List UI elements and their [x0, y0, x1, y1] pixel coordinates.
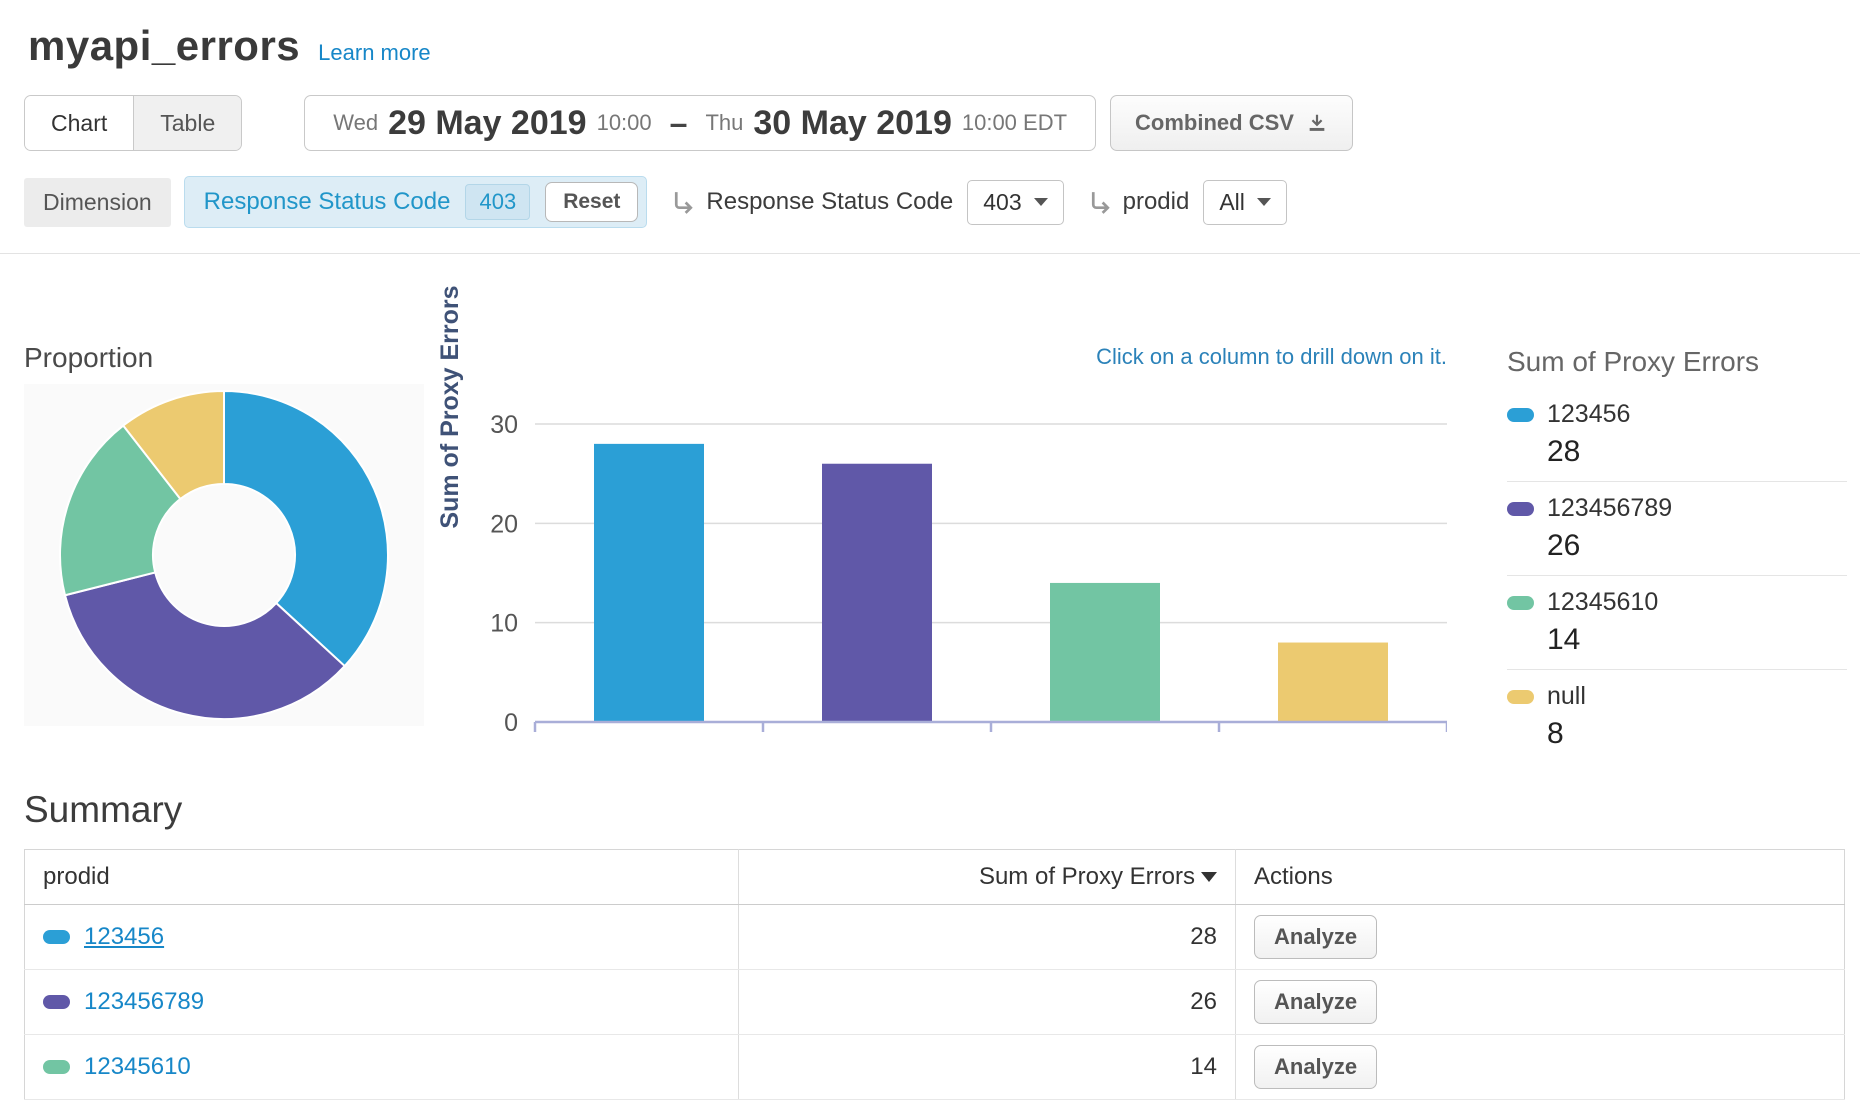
drilldown-label-response-status-code: Response Status Code: [706, 188, 953, 216]
y-tick-label-20: 20: [490, 510, 518, 538]
row-swatch: [43, 930, 70, 944]
charts-section: Proportion Click on a column to drill do…: [0, 342, 1860, 763]
prodid-dropdown-value: All: [1219, 189, 1245, 216]
response-status-code-dropdown-value: 403: [983, 189, 1021, 216]
page-header: myapi_errors Learn more: [0, 0, 1860, 70]
bar-chart-wrap: Sum of Proxy Errors 0102030: [440, 382, 1447, 743]
y-tick-label-10: 10: [490, 610, 518, 638]
legend-value: 8: [1547, 717, 1847, 751]
legend-value: 26: [1547, 529, 1847, 563]
sum-value-cell: 14: [739, 1035, 1236, 1100]
row-swatch: [43, 1060, 70, 1074]
prodid-link-12345610[interactable]: 12345610: [84, 1053, 191, 1081]
tab-table[interactable]: Table: [134, 96, 241, 150]
table-row: 12345610 14 Analyze: [25, 1035, 1845, 1100]
legend-label: 123456789: [1547, 494, 1672, 523]
bar-chart: 0 10 20 30: [440, 382, 1447, 738]
legend-value: 14: [1547, 623, 1847, 657]
date-start-date: 29 May 2019: [388, 104, 587, 143]
column-header-prodid[interactable]: prodid: [25, 850, 739, 905]
bar-12345610[interactable]: [1050, 583, 1160, 722]
reset-filter-button[interactable]: Reset: [545, 182, 638, 222]
legend-swatch-null: [1507, 690, 1534, 704]
analyze-button-123456[interactable]: Analyze: [1254, 915, 1377, 959]
legend-label: 12345610: [1547, 588, 1658, 617]
legend-swatch-123456789: [1507, 502, 1534, 516]
analyze-button-12345610[interactable]: Analyze: [1254, 1045, 1377, 1089]
y-tick-label-30: 30: [490, 411, 518, 439]
page-title: myapi_errors: [28, 22, 300, 70]
donut-chart: [24, 384, 424, 726]
dimension-label: Dimension: [24, 178, 171, 227]
prodid-dropdown[interactable]: All: [1203, 180, 1287, 225]
view-toggle: Chart Table: [24, 95, 242, 151]
date-end-day: Thu: [705, 110, 743, 136]
legend-label: null: [1547, 682, 1586, 711]
filter-chip-value: 403: [465, 184, 530, 220]
filter-chip-name: Response Status Code: [204, 188, 451, 216]
date-range-picker[interactable]: Wed 29 May 2019 10:00 – Thu 30 May 2019 …: [304, 95, 1096, 151]
drilldown-hint: Click on a column to drill down on it.: [440, 344, 1447, 374]
sum-value-cell: 28: [739, 905, 1236, 970]
date-end-time: 10:00 EDT: [962, 110, 1067, 136]
response-status-code-dropdown[interactable]: 403: [967, 180, 1063, 225]
table-row: 123456789 26 Analyze: [25, 970, 1845, 1035]
combined-csv-button[interactable]: Combined CSV: [1110, 95, 1353, 151]
table-row: 123456 28 Analyze: [25, 905, 1845, 970]
y-tick-label-0: 0: [504, 709, 518, 737]
sum-value-cell: 26: [739, 970, 1236, 1035]
date-start-time: 10:00: [597, 110, 652, 136]
row-swatch: [43, 995, 70, 1009]
legend-panel: Sum of Proxy Errors 12345628123456789261…: [1507, 342, 1847, 763]
legend-label: 123456: [1547, 400, 1630, 429]
legend-item-123456[interactable]: 123456 28: [1507, 388, 1847, 482]
bar-chart-panel: Click on a column to drill down on it. S…: [440, 342, 1447, 763]
date-start-day: Wed: [333, 110, 378, 136]
summary-header-row: prodid Sum of Proxy Errors Actions: [25, 850, 1845, 905]
column-header-actions: Actions: [1236, 850, 1845, 905]
legend-swatch-123456: [1507, 408, 1534, 422]
chevron-down-icon: [1257, 198, 1271, 206]
summary-heading: Summary: [24, 789, 1860, 831]
date-separator: –: [670, 105, 688, 142]
column-header-sum-label: Sum of Proxy Errors: [979, 863, 1195, 891]
column-header-sum-of-proxy-errors[interactable]: Sum of Proxy Errors: [739, 850, 1236, 905]
legend-value: 28: [1547, 435, 1847, 469]
analyze-button-123456789[interactable]: Analyze: [1254, 980, 1377, 1024]
section-divider: [0, 253, 1860, 254]
bar-null[interactable]: [1278, 643, 1388, 722]
y-axis-label: Sum of Proxy Errors: [436, 247, 465, 567]
date-end-date: 30 May 2019: [753, 104, 952, 143]
legend-item-12345610[interactable]: 12345610 14: [1507, 576, 1847, 670]
tab-chart[interactable]: Chart: [25, 96, 134, 150]
legend-swatch-12345610: [1507, 596, 1534, 610]
sort-desc-icon: [1201, 872, 1217, 882]
legend-item-123456789[interactable]: 123456789 26: [1507, 482, 1847, 576]
proportion-panel: Proportion: [24, 342, 424, 763]
prodid-link-123456[interactable]: 123456: [84, 923, 164, 951]
learn-more-link[interactable]: Learn more: [318, 40, 431, 66]
drilldown-arrow-icon: [669, 189, 696, 216]
combined-csv-label: Combined CSV: [1135, 110, 1294, 136]
filter-row: Dimension Response Status Code 403 Reset…: [24, 177, 1860, 227]
legend-items: 123456 28 123456789 26 12345610 14 null 8: [1507, 388, 1847, 763]
bar-123456789[interactable]: [822, 464, 932, 722]
active-filter-chip: Response Status Code 403 Reset: [184, 176, 648, 228]
legend-title: Sum of Proxy Errors: [1507, 346, 1847, 378]
proportion-label: Proportion: [24, 342, 424, 374]
prodid-link-123456789[interactable]: 123456789: [84, 988, 204, 1016]
legend-item-null[interactable]: null 8: [1507, 670, 1847, 763]
bar-123456[interactable]: [594, 444, 704, 722]
drilldown-label-prodid: prodid: [1123, 188, 1190, 216]
summary-table: prodid Sum of Proxy Errors Actions 12345…: [24, 849, 1845, 1100]
donut-chart-card: [24, 384, 424, 726]
chevron-down-icon: [1034, 198, 1048, 206]
toolbar: Chart Table Wed 29 May 2019 10:00 – Thu …: [24, 95, 1860, 151]
drilldown-arrow-icon: [1086, 189, 1113, 216]
download-icon: [1306, 112, 1328, 134]
